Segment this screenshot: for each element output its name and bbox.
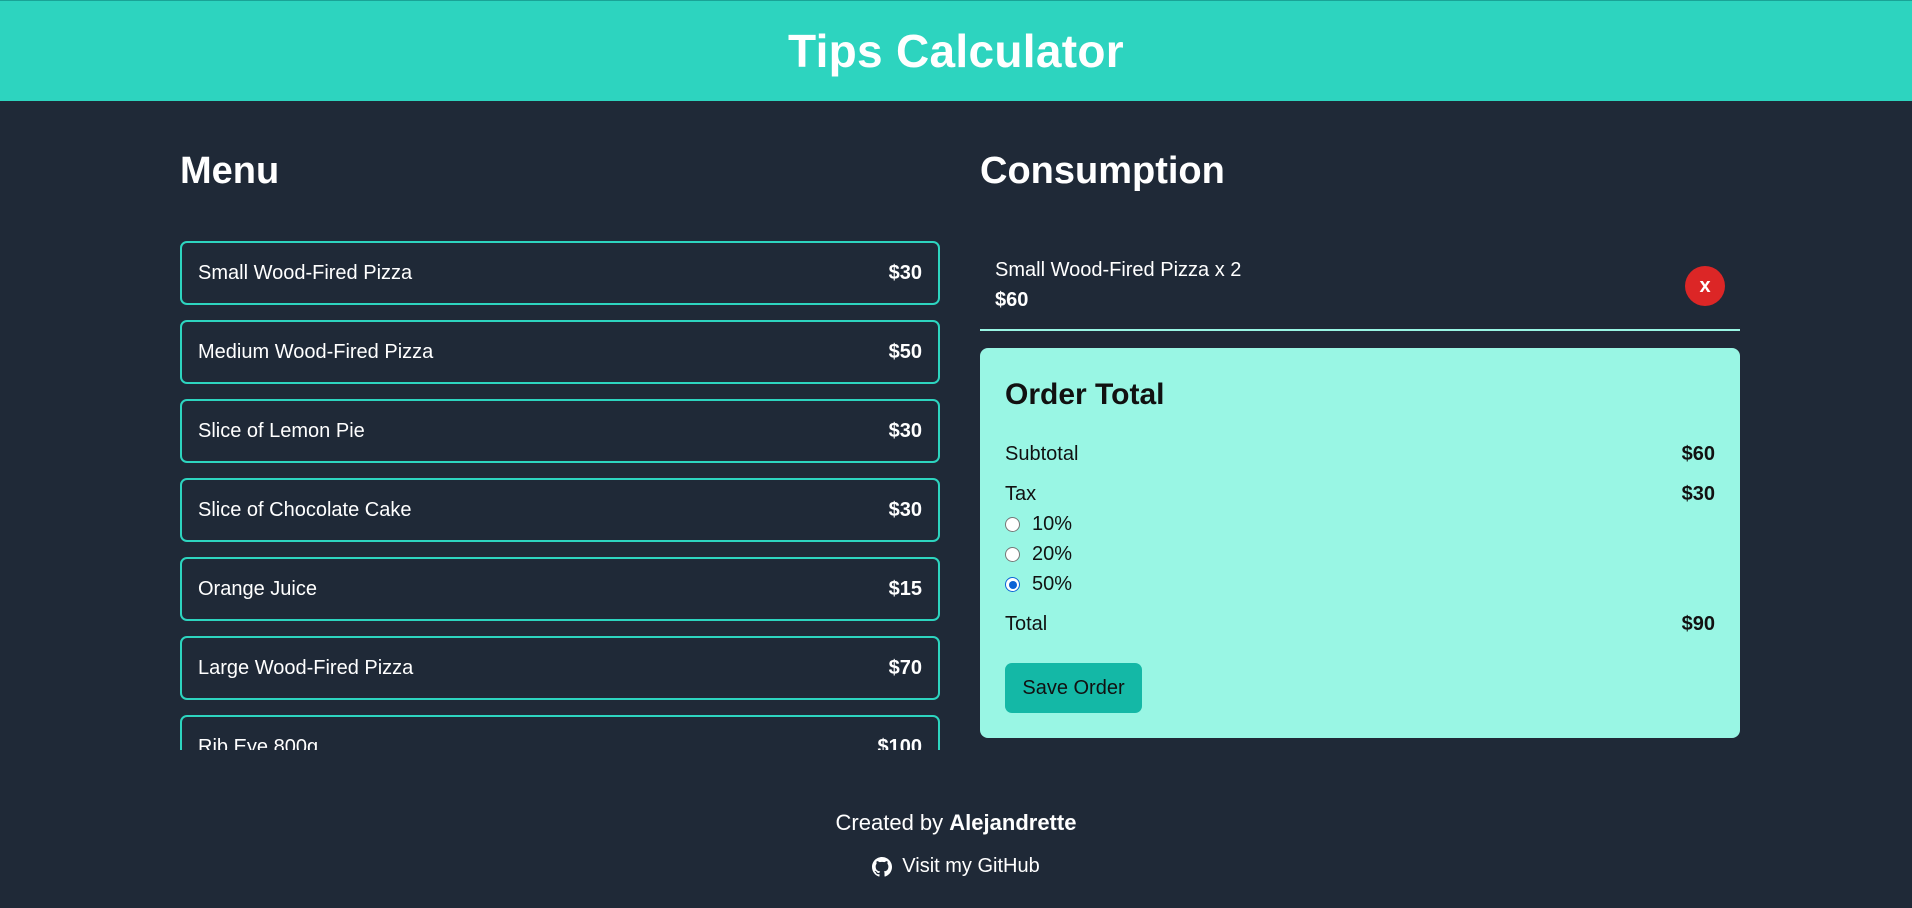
tip-option-label: 50%: [1032, 573, 1073, 595]
menu-item-price: $30: [888, 498, 922, 521]
menu-item[interactable]: Rib Eye 800g $100: [180, 715, 940, 750]
footer-credit: Created by Alejandrette: [0, 810, 1912, 836]
tax-value: $30: [1681, 483, 1715, 505]
github-link[interactable]: Visit my GitHub: [0, 855, 1912, 878]
tip-option-20[interactable]: 20%: [1005, 543, 1072, 566]
menu-item[interactable]: Slice of Chocolate Cake $30: [180, 478, 940, 542]
total-row: Total $90: [1005, 613, 1715, 636]
menu-item-price: $100: [877, 735, 923, 751]
consumption-item-price: $60: [995, 289, 1029, 311]
total-value: $90: [1681, 613, 1715, 635]
save-order-button[interactable]: Save Order: [1005, 663, 1142, 713]
menu-list[interactable]: Small Wood-Fired Pizza $30 Medium Wood-F…: [180, 241, 940, 750]
author-name: Alejandrette: [949, 810, 1077, 835]
radio-button[interactable]: [1005, 577, 1020, 592]
app-header: Tips Calculator: [0, 0, 1912, 101]
tip-option-10[interactable]: 10%: [1005, 513, 1072, 536]
menu-item-name: Large Wood-Fired Pizza: [198, 656, 414, 679]
remove-item-button[interactable]: x: [1685, 266, 1725, 306]
consumption-item: Small Wood-Fired Pizza x 2 $60 x: [980, 241, 1740, 331]
menu-item-name: Small Wood-Fired Pizza: [198, 261, 413, 284]
consumption-item-name: Small Wood-Fired Pizza x 2: [995, 259, 1242, 281]
github-link-label: Visit my GitHub: [902, 855, 1040, 877]
total-label: Total: [1005, 613, 1048, 635]
tip-option-50[interactable]: 50%: [1005, 573, 1072, 596]
menu-item-name: Rib Eye 800g: [198, 735, 319, 751]
menu-item-price: $15: [888, 577, 922, 600]
menu-item-name: Medium Wood-Fired Pizza: [198, 340, 434, 363]
menu-item[interactable]: Slice of Lemon Pie $30: [180, 399, 940, 463]
menu-item[interactable]: Orange Juice $15: [180, 557, 940, 621]
github-icon: [872, 856, 893, 877]
consumption-title: Consumption: [980, 150, 1225, 192]
tax-row: Tax $30: [1005, 483, 1715, 506]
menu-item-price: $30: [888, 261, 922, 284]
menu-item-price: $30: [888, 419, 922, 442]
menu-title: Menu: [180, 150, 280, 192]
tax-label: Tax: [1005, 483, 1037, 505]
menu-item-name: Orange Juice: [198, 577, 317, 600]
menu-item[interactable]: Small Wood-Fired Pizza $30: [180, 241, 940, 305]
menu-item[interactable]: Large Wood-Fired Pizza $70: [180, 636, 940, 700]
tip-option-label: 10%: [1032, 513, 1073, 535]
menu-item[interactable]: Medium Wood-Fired Pizza $50: [180, 320, 940, 384]
subtotal-value: $60: [1681, 443, 1715, 465]
menu-item-price: $50: [888, 340, 922, 363]
tip-option-label: 20%: [1032, 543, 1073, 565]
created-by-label: Created by: [835, 810, 944, 835]
menu-item-name: Slice of Chocolate Cake: [198, 498, 412, 521]
order-total-title: Order Total: [1005, 378, 1165, 411]
radio-button[interactable]: [1005, 547, 1020, 562]
subtotal-row: Subtotal $60: [1005, 443, 1715, 466]
menu-item-price: $70: [888, 656, 922, 679]
app-title: Tips Calculator: [788, 25, 1124, 77]
order-total-panel: Order Total Subtotal $60 Tax $30 10% 20%…: [980, 348, 1740, 738]
radio-button[interactable]: [1005, 517, 1020, 532]
menu-item-name: Slice of Lemon Pie: [198, 419, 365, 442]
subtotal-label: Subtotal: [1005, 443, 1079, 465]
